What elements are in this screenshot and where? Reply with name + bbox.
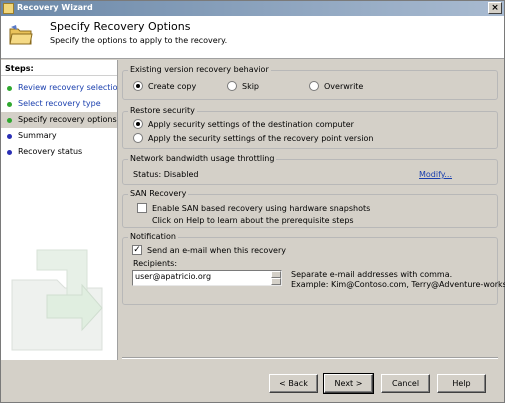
sidebar-item-label: Recovery status	[18, 147, 83, 156]
step-done-bullet-icon	[7, 102, 12, 107]
sidebar-item-label: Summary	[18, 131, 57, 140]
page-title: Specify Recovery Options	[50, 20, 191, 33]
skip-radio[interactable]: Skip	[227, 81, 259, 91]
destination-security-label: Apply security settings of the destinati…	[148, 119, 354, 129]
sidebar-item-recovery-status: Recovery status	[1, 144, 117, 160]
sidebar-item-label: Review recovery selection	[18, 83, 118, 92]
window-title: Recovery Wizard	[17, 3, 93, 12]
recovery-point-security-label: Apply the security settings of the recov…	[148, 133, 374, 143]
send-email-checkbox[interactable]: ✓ Send an e-mail when this recovery	[132, 245, 286, 255]
scroll-down-icon[interactable]	[271, 278, 281, 285]
overwrite-label: Overwrite	[324, 81, 364, 91]
radio-icon	[309, 81, 319, 91]
recovery-wizard-window: Recovery Wizard × Specify Recovery Optio…	[0, 0, 505, 403]
radio-icon	[227, 81, 237, 91]
step-done-bullet-icon	[7, 86, 12, 91]
recovery-point-security-radio[interactable]: Apply the security settings of the recov…	[133, 133, 373, 143]
recipients-input[interactable]: user@apatricio.org	[132, 270, 282, 286]
wizard-app-icon	[3, 3, 14, 14]
restore-security-legend: Restore security	[128, 106, 197, 115]
restore-security-group: Restore security Apply security settings…	[122, 106, 498, 149]
enable-san-checkbox[interactable]: Enable SAN based recovery using hardware…	[137, 203, 370, 213]
throttling-status: Status: Disabled	[133, 170, 199, 179]
skip-label: Skip	[242, 81, 260, 91]
sidebar-item-summary: Summary	[1, 128, 117, 144]
scroll-up-icon[interactable]	[271, 271, 281, 278]
throttling-group: Network bandwidth usage throttling Statu…	[122, 154, 498, 185]
checkbox-unchecked-icon	[137, 203, 147, 213]
existing-version-group: Existing version recovery behavior Creat…	[122, 65, 498, 100]
sidebar-item-specify-recovery-options: Specify recovery options	[1, 112, 117, 128]
page-subtitle: Specify the options to apply to the reco…	[50, 36, 228, 45]
folder-arrow-watermark-icon	[11, 249, 103, 351]
sidebar-item-select-recovery-type[interactable]: Select recovery type	[1, 96, 117, 112]
close-button[interactable]: ×	[488, 2, 502, 14]
destination-security-radio[interactable]: Apply security settings of the destinati…	[133, 119, 354, 129]
notification-legend: Notification	[128, 232, 178, 241]
steps-heading: Steps:	[1, 60, 117, 76]
cancel-button[interactable]: Cancel	[381, 374, 430, 393]
san-help-text: Click on Help to learn about the prerequ…	[152, 216, 354, 225]
create-copy-radio[interactable]: Create copy	[133, 81, 196, 91]
title-bar: Recovery Wizard ×	[1, 1, 504, 16]
radio-selected-icon	[133, 119, 143, 129]
san-recovery-legend: SAN Recovery	[128, 189, 189, 198]
recipients-value: user@apatricio.org	[135, 272, 212, 281]
sidebar-item-label: Select recovery type	[18, 99, 101, 108]
wizard-header: Specify Recovery Options Specify the opt…	[1, 16, 504, 59]
throttling-legend: Network bandwidth usage throttling	[128, 154, 277, 163]
sidebar-item-label: Specify recovery options	[18, 115, 117, 124]
sidebar-item-review-recovery-selection[interactable]: Review recovery selection	[1, 80, 117, 96]
recipients-label: Recipients:	[133, 259, 178, 268]
send-email-label: Send an e-mail when this recovery	[147, 245, 286, 255]
notification-group: Notification ✓ Send an e-mail when this …	[122, 232, 505, 305]
folder-options-icon	[9, 25, 33, 45]
san-recovery-group: SAN Recovery Enable SAN based recovery u…	[122, 189, 498, 228]
existing-version-legend: Existing version recovery behavior	[128, 65, 271, 74]
next-button[interactable]: Next >	[323, 373, 374, 394]
step-pending-bullet-icon	[7, 134, 12, 139]
recipients-hint-line2: Example: Kim@Contoso.com, Terry@Adventur…	[291, 280, 505, 289]
overwrite-radio[interactable]: Overwrite	[309, 81, 363, 91]
footer-divider	[122, 357, 498, 359]
modify-throttling-link[interactable]: Modify...	[419, 170, 452, 179]
steps-sidebar: Steps: Review recovery selection Select …	[1, 60, 118, 360]
radio-icon	[133, 133, 143, 143]
recipients-hint-line1: Separate e-mail addresses with comma.	[291, 270, 453, 279]
radio-selected-icon	[133, 81, 143, 91]
step-current-bullet-icon	[7, 118, 12, 123]
back-button[interactable]: < Back	[269, 374, 318, 393]
create-copy-label: Create copy	[148, 81, 197, 91]
checkbox-checked-icon: ✓	[132, 245, 142, 255]
help-button[interactable]: Help	[437, 374, 486, 393]
step-pending-bullet-icon	[7, 150, 12, 155]
enable-san-label: Enable SAN based recovery using hardware…	[152, 203, 371, 213]
